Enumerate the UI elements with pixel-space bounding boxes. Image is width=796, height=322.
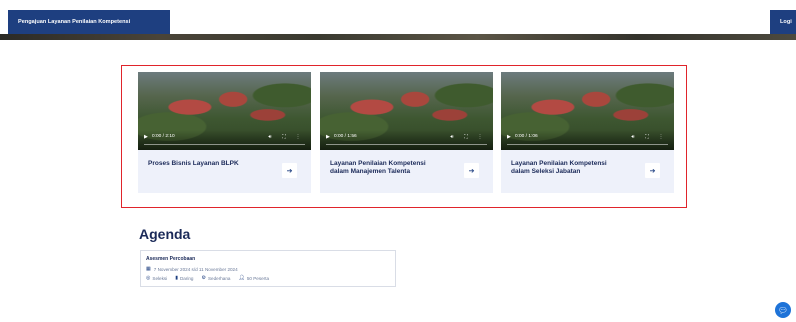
agenda-heading: Agenda (139, 226, 191, 242)
video-player[interactable]: ▶ 0:00 / 2:10 🔊︎ ⛶ ⋮ (138, 72, 311, 150)
chat-icon[interactable]: 💬︎ (775, 302, 791, 318)
more-vertical-icon[interactable]: ⋮ (291, 134, 305, 140)
agenda-item-card[interactable]: Asesmen Percobaan ▦ 7 November 2024 s/d … (140, 250, 396, 287)
arrow-right-icon[interactable]: ➔ (464, 163, 479, 178)
video-time: 0:00 / 1:56 (334, 134, 357, 139)
volume-icon[interactable]: 🔊︎ (263, 134, 277, 140)
agenda-meta-row: ◎ Seleksi ▮ Daring ⚙ Sederhana 👤︎ 50 Pes… (146, 275, 274, 281)
video-progress-bar[interactable] (326, 143, 487, 145)
book-icon: ▮ (175, 275, 178, 281)
agenda-item-title: Asesmen Percobaan (146, 256, 196, 262)
nav-login-button[interactable]: Logi (770, 10, 796, 34)
video-card-label: Layanan Penilaian Kompetensi dalam Manaj… (320, 150, 493, 193)
agenda-date: 7 November 2024 s/d 11 November 2024 (153, 266, 238, 272)
video-card: ▶ 0:00 / 1:56 🔊︎ ⛶ ⋮ Layanan Penilaian K… (320, 72, 493, 193)
play-icon[interactable]: ▶ (507, 134, 515, 140)
agenda-method: Sederhana (207, 275, 231, 281)
video-card-label: Layanan Penilaian Kompetensi dalam Selek… (501, 150, 674, 193)
video-progress-bar[interactable] (507, 143, 668, 145)
fullscreen-icon[interactable]: ⛶ (459, 134, 473, 140)
volume-icon[interactable]: 🔊︎ (445, 134, 459, 140)
video-progress-bar[interactable] (144, 143, 305, 145)
nav-pengajuan-button[interactable]: Pengajuan Layanan Penilaian Kompetensi (8, 10, 170, 34)
video-title: Layanan Penilaian Kompetensi dalam Manaj… (330, 160, 426, 175)
more-vertical-icon[interactable]: ⋮ (473, 134, 487, 140)
video-time: 0:00 / 1:06 (515, 134, 538, 139)
cogs-icon: ⚙ (201, 275, 206, 281)
more-vertical-icon[interactable]: ⋮ (654, 134, 668, 140)
arrow-right-icon[interactable]: ➔ (645, 163, 660, 178)
target-icon: ◎ (146, 275, 151, 281)
fullscreen-icon[interactable]: ⛶ (640, 134, 654, 140)
video-card: ▶ 0:00 / 2:10 🔊︎ ⛶ ⋮ Proses Bisnis Layan… (138, 72, 311, 193)
agenda-type: Seleksi (152, 275, 168, 281)
calendar-icon: ▦ (146, 266, 151, 272)
video-player[interactable]: ▶ 0:00 / 1:06 🔊︎ ⛶ ⋮ (501, 72, 674, 150)
header-banner-strip (0, 34, 796, 40)
agenda-participants: 50 Peserta (246, 275, 270, 281)
user-icon: 👤︎ (238, 275, 245, 281)
arrow-right-icon[interactable]: ➔ (282, 163, 297, 178)
volume-icon[interactable]: 🔊︎ (626, 134, 640, 140)
video-time: 0:00 / 2:10 (152, 134, 175, 139)
video-title: Layanan Penilaian Kompetensi dalam Selek… (511, 160, 607, 175)
video-card: ▶ 0:00 / 1:06 🔊︎ ⛶ ⋮ Layanan Penilaian K… (501, 72, 674, 193)
video-card-label: Proses Bisnis Layanan BLPK ➔ (138, 150, 311, 193)
agenda-mode: Daring (179, 275, 194, 281)
play-icon[interactable]: ▶ (144, 134, 152, 140)
video-player[interactable]: ▶ 0:00 / 1:56 🔊︎ ⛶ ⋮ (320, 72, 493, 150)
agenda-date-row: ▦ 7 November 2024 s/d 11 November 2024 (146, 266, 238, 272)
play-icon[interactable]: ▶ (326, 134, 334, 140)
video-title: Proses Bisnis Layanan BLPK (148, 160, 239, 167)
fullscreen-icon[interactable]: ⛶ (277, 134, 291, 140)
